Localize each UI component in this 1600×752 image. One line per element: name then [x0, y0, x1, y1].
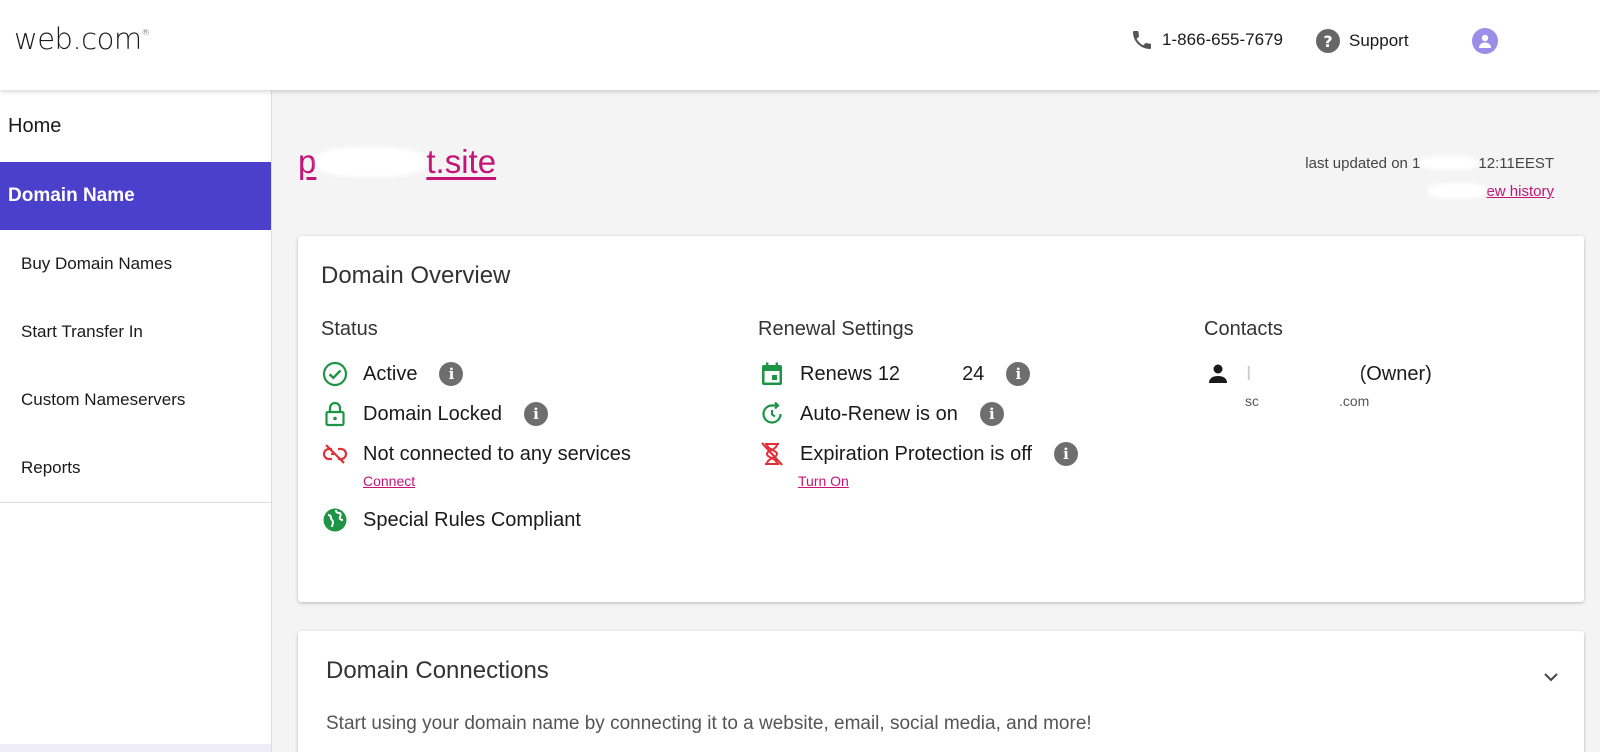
owner-name: I (Owner) [1246, 363, 1432, 386]
view-history-label: ew history [1486, 183, 1554, 200]
card-title: Domain Connections [326, 657, 549, 684]
owner-role: (Owner) [1359, 362, 1432, 385]
logo-text: web.com [14, 22, 142, 56]
renews-text: Renews 12 24 [800, 363, 984, 386]
expiration-protection-label: Expiration Protection is off [800, 442, 1032, 465]
status-heading: Status [321, 318, 378, 340]
contacts-heading: Contacts [1204, 318, 1283, 340]
info-icon[interactable]: i [1006, 362, 1031, 386]
sidebar-item-start-transfer-in[interactable]: Start Transfer In [0, 298, 271, 366]
sidebar-nav: Home Domain Name Buy Domain Names Start … [0, 90, 272, 752]
renews-date-start: Renews 12 [800, 362, 901, 385]
sidebar-item-home[interactable]: Home [0, 90, 271, 162]
sidebar-item-label: Start Transfer In [21, 322, 143, 341]
status-special-rules-row: Special Rules Compliant [321, 506, 581, 534]
support-label: Support [1349, 31, 1409, 50]
sidebar-item-domain-name[interactable]: Domain Name [0, 162, 271, 230]
person-icon [1479, 34, 1491, 48]
calendar-icon [758, 360, 786, 388]
renewal-date-row: Renews 12 24 i [758, 360, 1031, 388]
sidebar-item-buy-domain-names[interactable]: Buy Domain Names [0, 230, 271, 298]
sidebar-footer-strip [0, 744, 271, 752]
auto-renew-icon [758, 400, 786, 428]
auto-renew-row: Auto-Renew is on i [758, 400, 1004, 428]
user-avatar-icon[interactable] [1472, 28, 1498, 54]
card-title: Domain Overview [321, 262, 511, 289]
turn-on-link[interactable]: Turn On [798, 473, 849, 489]
top-header: web.com® 1-866-655-7679 ? Support [0, 0, 1600, 90]
sidebar-item-reports[interactable]: Reports [0, 434, 271, 502]
logo-trademark: ® [141, 28, 150, 37]
status-not-connected-label: Not connected to any services [363, 442, 631, 465]
status-special-rules-label: Special Rules Compliant [363, 508, 581, 531]
renews-date-end: 24 [962, 362, 985, 385]
domain-connections-card[interactable]: Domain Connections Start using your doma… [298, 631, 1584, 752]
sidebar-item-label: Buy Domain Names [21, 254, 173, 273]
web-com-logo[interactable]: web.com® [14, 22, 150, 56]
status-not-connected-row: Not connected to any services [321, 440, 631, 468]
expiration-protection-row: Expiration Protection is off i [758, 440, 1078, 468]
owner-email: sc .com [1245, 393, 1369, 409]
owner-email-end: .com [1339, 393, 1370, 409]
redacted-block [316, 147, 427, 177]
info-icon[interactable]: i [1053, 442, 1078, 466]
phone-icon [1133, 31, 1151, 49]
info-icon[interactable]: i [523, 402, 548, 426]
domain-name-link[interactable]: p t.site [298, 143, 496, 181]
support-link[interactable]: ? Support [1315, 28, 1409, 54]
last-updated-time: 12:11EEST [1478, 155, 1554, 172]
person-icon [1204, 360, 1232, 388]
check-circle-icon [321, 360, 349, 388]
redacted-block [900, 364, 963, 383]
help-circle-icon: ? [1316, 29, 1340, 53]
sidebar-item-label: Home [8, 114, 62, 137]
redacted-block [1251, 364, 1360, 383]
owner-contact-row: I (Owner) [1204, 360, 1432, 388]
connections-description: Start using your domain name by connecti… [326, 713, 1092, 734]
renewal-heading: Renewal Settings [758, 318, 914, 340]
sidebar-item-label: Domain Name [8, 185, 135, 206]
status-active-row: Active i [321, 360, 464, 388]
globe-icon [321, 506, 349, 534]
phone-link[interactable]: 1-866-655-7679 [1130, 28, 1283, 52]
redacted-block [1259, 396, 1339, 408]
owner-name-start: I [1246, 362, 1252, 385]
domain-name-end: t.site [426, 143, 497, 180]
status-locked-label: Domain Locked [363, 402, 502, 425]
redacted-block [1428, 183, 1487, 199]
last-updated-text: last updated on 1 12:11EEST [1305, 155, 1554, 172]
status-active-label: Active [363, 362, 418, 385]
status-locked-row: Domain Locked i [321, 400, 548, 428]
svg-text:?: ? [1323, 32, 1332, 51]
info-icon[interactable]: i [439, 362, 464, 386]
phone-number: 1-866-655-7679 [1162, 30, 1283, 49]
redacted-block [1420, 156, 1479, 170]
info-icon[interactable]: i [979, 402, 1004, 426]
hourglass-off-icon [758, 440, 786, 468]
chevron-down-icon[interactable] [1542, 671, 1560, 683]
sidebar-item-custom-nameservers[interactable]: Custom Nameservers [0, 366, 271, 434]
lock-icon [321, 400, 349, 428]
connect-link[interactable]: Connect [363, 473, 415, 489]
view-history-link[interactable]: ew history [1428, 183, 1554, 200]
sidebar-item-label: Reports [21, 458, 81, 477]
owner-email-start: sc [1245, 393, 1259, 409]
sidebar-divider [0, 502, 271, 503]
auto-renew-label: Auto-Renew is on [800, 402, 958, 425]
sidebar-item-label: Custom Nameservers [21, 390, 186, 409]
domain-name-start: p [298, 143, 317, 180]
domain-overview-card: Domain Overview Status Active i Domain L… [298, 236, 1584, 602]
last-updated-prefix: last updated on 1 [1305, 155, 1421, 172]
link-off-icon [321, 440, 349, 468]
